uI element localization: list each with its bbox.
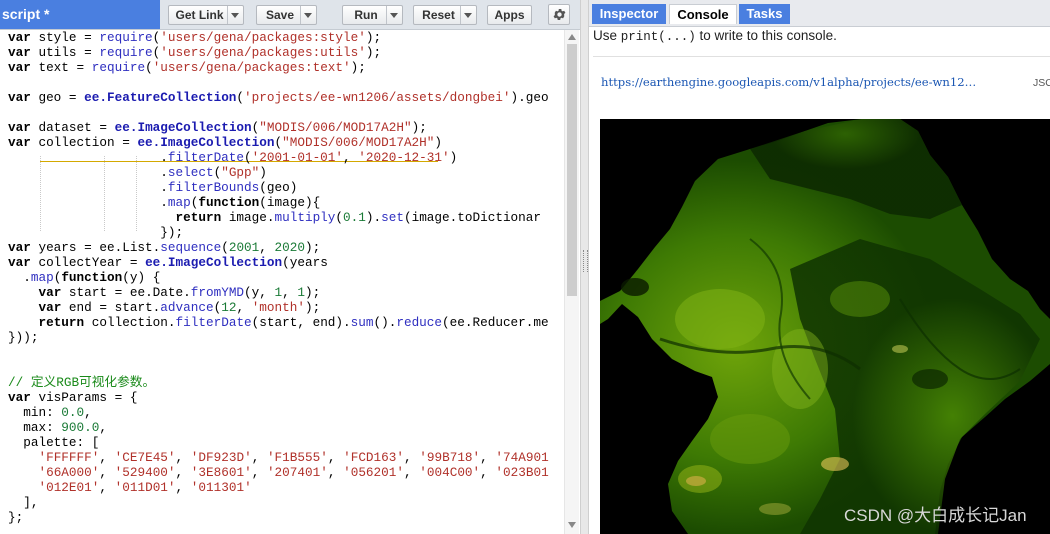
code-line[interactable]: max: 900.0,: [8, 420, 107, 435]
save-button[interactable]: Save: [256, 5, 317, 25]
script-tab[interactable]: script *: [0, 0, 160, 29]
settings-button[interactable]: [548, 4, 570, 25]
code-line[interactable]: });: [8, 225, 183, 240]
console-divider: [593, 56, 1050, 57]
get-link-label: Get Link: [175, 8, 224, 22]
apps-button[interactable]: Apps: [487, 5, 532, 25]
get-link-button[interactable]: Get Link: [168, 5, 244, 25]
code-line[interactable]: var utils = require('users/gena/packages…: [8, 45, 381, 60]
code-line[interactable]: .filterDate('2001-01-01', '2020-12-31'): [8, 150, 457, 165]
scrollbar-thumb[interactable]: [567, 44, 577, 296]
console-hint: Use print(...) to write to this console.: [593, 28, 837, 44]
apps-label: Apps: [494, 8, 525, 22]
code-text-area[interactable]: var style = require('users/gena/packages…: [0, 30, 564, 534]
gpp-map-image: [600, 119, 1050, 534]
code-line[interactable]: var collection = ee.ImageCollection("MOD…: [8, 135, 442, 150]
code-line[interactable]: '66A000', '529400', '3E8601', '207401', …: [8, 465, 548, 480]
code-line[interactable]: .map(function(y) {: [8, 270, 160, 285]
code-line[interactable]: };: [8, 510, 23, 525]
run-dropdown-icon[interactable]: [386, 6, 402, 24]
code-line[interactable]: var end = start.advance(12, 'month');: [8, 300, 320, 315]
code-line[interactable]: min: 0.0,: [8, 405, 92, 420]
code-line[interactable]: var style = require('users/gena/packages…: [8, 30, 381, 45]
code-line[interactable]: }));: [8, 330, 38, 345]
reset-button[interactable]: Reset: [413, 5, 477, 25]
code-line[interactable]: // 定义RGB可视化参数。: [8, 375, 155, 390]
console-hint-prefix: Use: [593, 28, 621, 43]
code-line[interactable]: .filterBounds(geo): [8, 180, 297, 195]
save-dropdown-icon[interactable]: [300, 6, 316, 24]
tab-console[interactable]: Console: [669, 4, 737, 24]
get-link-dropdown-icon[interactable]: [227, 6, 243, 24]
code-editor-panel: script * Get Link Save Run Reset Apps va…: [0, 0, 580, 534]
code-line[interactable]: '012E01', '011D01', '011301': [8, 480, 251, 495]
tab-inspector[interactable]: Inspector: [592, 4, 666, 24]
gpp-map-thumbnail: CSDN @大白成长记Jan: [600, 119, 1050, 534]
scroll-up-arrow-icon[interactable]: [568, 34, 576, 40]
run-button[interactable]: Run: [342, 5, 403, 25]
editor-toolbar: script * Get Link Save Run Reset Apps: [0, 0, 580, 30]
console-tab-bar: Inspector Console Tasks: [589, 0, 1050, 27]
code-line[interactable]: var text = require('users/gena/packages:…: [8, 60, 366, 75]
scroll-down-arrow-icon[interactable]: [568, 522, 576, 528]
code-line[interactable]: .select("Gpp"): [8, 165, 267, 180]
code-line[interactable]: .map(function(image){: [8, 195, 320, 210]
code-line[interactable]: ],: [8, 495, 38, 510]
code-line[interactable]: 'FFFFFF', 'CE7E45', 'DF923D', 'F1B555', …: [8, 450, 548, 465]
code-line[interactable]: var geo = ee.FeatureCollection('projects…: [8, 90, 549, 105]
editor-scrollbar[interactable]: [564, 30, 579, 534]
code-line[interactable]: return image.multiply(0.1).set(image.toD…: [8, 210, 542, 225]
json-label[interactable]: JSO: [1033, 77, 1050, 89]
code-line[interactable]: return collection.filterDate(start, end)…: [8, 315, 548, 330]
console-hint-code: print(...): [620, 30, 696, 44]
reset-label: Reset: [422, 8, 455, 22]
code-line[interactable]: var visParams = {: [8, 390, 137, 405]
save-label: Save: [265, 8, 295, 22]
console-panel: Inspector Console Tasks Use print(...) t…: [589, 0, 1050, 534]
script-tab-title: script *: [2, 6, 50, 22]
code-line[interactable]: var years = ee.List.sequence(2001, 2020)…: [8, 240, 320, 255]
gear-icon: [553, 9, 566, 20]
code-line[interactable]: var start = ee.Date.fromYMD(y, 1, 1);: [8, 285, 320, 300]
code-line[interactable]: var collectYear = ee.ImageCollection(yea…: [8, 255, 328, 270]
csdn-watermark: CSDN @大白成长记Jan: [844, 506, 1027, 525]
code-line[interactable]: palette: [: [8, 435, 99, 450]
console-hint-suffix: to write to this console.: [695, 28, 837, 43]
splitter-grip-icon[interactable]: [583, 250, 588, 272]
reset-dropdown-icon[interactable]: [460, 6, 476, 24]
panel-splitter[interactable]: [580, 0, 589, 534]
console-output-url[interactable]: https://earthengine.googleapis.com/v1alp…: [601, 75, 1021, 89]
run-label: Run: [354, 8, 378, 22]
tab-tasks[interactable]: Tasks: [739, 4, 790, 24]
code-line[interactable]: var dataset = ee.ImageCollection("MODIS/…: [8, 120, 427, 135]
